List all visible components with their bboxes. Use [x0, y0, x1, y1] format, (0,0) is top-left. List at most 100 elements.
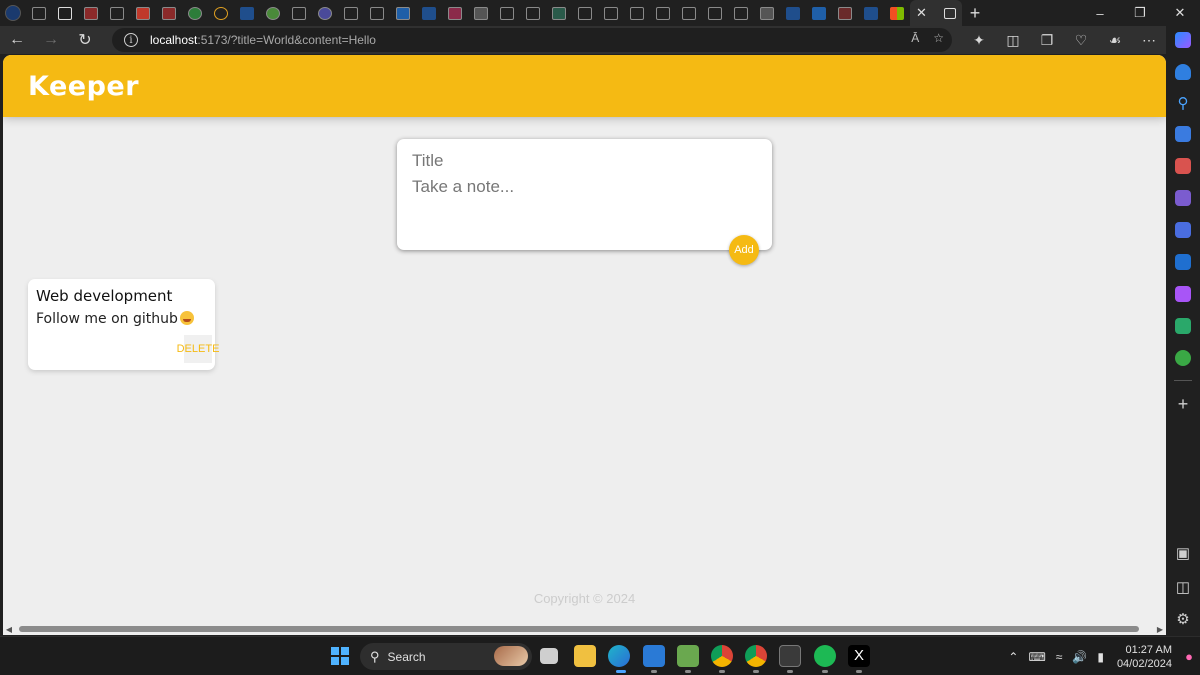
horizontal-scrollbar[interactable]: ◀ ▶ — [3, 623, 1166, 635]
more-menu-icon[interactable]: ⋯ — [1132, 32, 1166, 49]
keyboard-icon[interactable]: ⌨ — [1028, 650, 1045, 664]
task-view-icon[interactable] — [540, 648, 558, 664]
profile-avatar-icon[interactable] — [0, 0, 26, 26]
site-info-icon[interactable]: i — [124, 33, 138, 47]
scroll-right-icon[interactable]: ▶ — [1154, 625, 1166, 634]
taskbar-search[interactable]: ⚲ Search — [360, 643, 532, 670]
add-sidebar-app-icon[interactable]: + — [1166, 394, 1200, 415]
refresh-icon[interactable]: ↻ — [68, 26, 102, 54]
microsoft-365-icon[interactable] — [1175, 222, 1191, 238]
running-app-indicator — [753, 670, 759, 673]
search-icon[interactable]: ⚲ — [1166, 94, 1200, 112]
back-arrow-icon[interactable]: ← — [0, 26, 34, 54]
note-title-input[interactable] — [412, 151, 757, 171]
address-bar[interactable]: i localhost:5173/?title=World&content=He… — [112, 28, 952, 52]
pinned-tab[interactable] — [416, 0, 442, 26]
close-window-icon[interactable]: ✕ — [1160, 0, 1200, 26]
chrome-icon[interactable] — [711, 645, 733, 667]
taskbar-clock[interactable]: 01:27 AM 04/02/2024 — [1117, 643, 1172, 671]
note-content-input[interactable] — [412, 177, 757, 227]
pinned-tab[interactable] — [286, 0, 312, 26]
shopping-tag-icon[interactable] — [1175, 126, 1191, 142]
copilot-share-icon[interactable]: ☙ — [1098, 32, 1132, 49]
pinned-tab[interactable] — [442, 0, 468, 26]
active-tab[interactable]: ✕ — [910, 0, 962, 26]
pinned-tab[interactable] — [312, 0, 338, 26]
plus-icon: + — [969, 2, 981, 23]
restore-icon[interactable]: ❐ — [1120, 0, 1160, 26]
volume-icon[interactable]: 🔊 — [1072, 650, 1087, 664]
collections-icon[interactable]: ❐ — [1030, 32, 1064, 49]
tools-icon[interactable] — [1175, 158, 1191, 174]
split-screen-icon[interactable]: ◫ — [996, 32, 1030, 49]
scroll-left-icon[interactable]: ◀ — [3, 625, 15, 634]
pinned-tab[interactable] — [104, 0, 130, 26]
pinned-tab[interactable] — [182, 0, 208, 26]
sidebar-settings-icon[interactable]: ⚙ — [1166, 610, 1200, 628]
x-twitter-icon[interactable]: X — [848, 645, 870, 667]
pinned-tab[interactable] — [78, 0, 104, 26]
edge-taskbar-icon[interactable] — [608, 645, 630, 667]
pinned-tab[interactable] — [806, 0, 832, 26]
pinned-tab[interactable] — [208, 0, 234, 26]
favorite-star-icon[interactable]: ☆ — [933, 31, 944, 45]
notification-bell-icon[interactable]: ● — [1178, 649, 1200, 664]
wifi-icon[interactable]: ≈ — [1056, 650, 1063, 664]
tree-icon[interactable] — [1175, 350, 1191, 366]
pinned-tab[interactable] — [494, 0, 520, 26]
pinned-tab[interactable] — [832, 0, 858, 26]
outlook-icon[interactable] — [1175, 254, 1191, 270]
pinned-tab[interactable] — [702, 0, 728, 26]
file-explorer-icon[interactable] — [574, 645, 596, 667]
pinned-tab[interactable] — [650, 0, 676, 26]
pinned-tab[interactable] — [234, 0, 260, 26]
new-tab-button[interactable]: + — [962, 0, 988, 26]
hide-sidebar-icon[interactable]: ◫ — [1166, 578, 1200, 596]
spotify-icon[interactable] — [814, 645, 836, 667]
send-icon[interactable] — [1175, 318, 1191, 334]
games-icon[interactable] — [1175, 190, 1191, 206]
pinned-tab[interactable] — [728, 0, 754, 26]
tab-actions-icon[interactable] — [52, 0, 78, 26]
workspaces-icon[interactable] — [26, 0, 52, 26]
show-hidden-icons-chevron-icon[interactable]: ⌃ — [1008, 650, 1018, 664]
pinned-tab[interactable] — [624, 0, 650, 26]
add-note-button[interactable]: Add — [729, 235, 759, 265]
scrollbar-thumb[interactable] — [19, 626, 1139, 632]
chrome-profile-icon[interactable] — [745, 645, 767, 667]
vscode-icon[interactable] — [643, 645, 665, 667]
pinned-tab[interactable] — [468, 0, 494, 26]
forward-arrow-icon[interactable]: → — [34, 26, 68, 54]
pinned-tab[interactable] — [520, 0, 546, 26]
pinned-tab[interactable] — [676, 0, 702, 26]
read-aloud-icon[interactable]: Ā — [911, 31, 919, 45]
pinned-tab[interactable] — [130, 0, 156, 26]
url-path: :5173/?title=World&content=Hello — [197, 33, 376, 47]
pinned-tab[interactable] — [338, 0, 364, 26]
battery-icon[interactable]: ▮ — [1097, 650, 1104, 664]
copilot-sidebar-icon[interactable] — [1175, 32, 1191, 48]
pinned-tab[interactable] — [598, 0, 624, 26]
pinned-tab[interactable] — [390, 0, 416, 26]
pinned-tab[interactable] — [364, 0, 390, 26]
browser-tab-strip: ✕ + – ❐ ✕ — [0, 0, 1200, 26]
pinned-tab[interactable] — [260, 0, 286, 26]
windows-start-icon[interactable] — [331, 647, 349, 665]
close-tab-icon[interactable]: ✕ — [916, 5, 927, 21]
pinned-tab[interactable] — [858, 0, 884, 26]
notifications-bell-icon[interactable] — [1175, 64, 1191, 80]
notepad-plus-icon[interactable] — [677, 645, 699, 667]
minimize-icon[interactable]: – — [1080, 0, 1120, 26]
terminal-icon[interactable] — [779, 645, 801, 667]
delete-note-button[interactable]: DELETE — [177, 335, 219, 363]
designer-icon[interactable] — [1175, 286, 1191, 302]
extensions-icon[interactable]: ✦ — [962, 32, 996, 49]
pinned-tab[interactable] — [884, 0, 910, 26]
pinned-tab[interactable] — [546, 0, 572, 26]
pinned-tab[interactable] — [572, 0, 598, 26]
pinned-tab[interactable] — [156, 0, 182, 26]
pinned-tab[interactable] — [754, 0, 780, 26]
browser-essentials-icon[interactable]: ♡ — [1064, 32, 1098, 49]
pinned-tab[interactable] — [780, 0, 806, 26]
screenshot-icon[interactable]: ▣ — [1166, 544, 1200, 562]
